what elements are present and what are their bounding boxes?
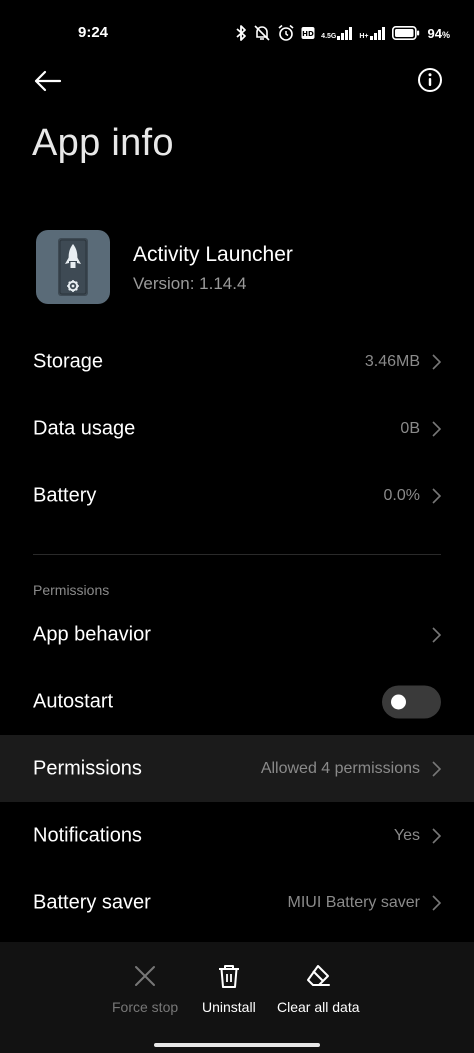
permissions-row[interactable]: Permissions Allowed 4 permissions <box>0 735 474 802</box>
data-usage-label: Data usage <box>33 417 136 439</box>
notifications-label: Notifications <box>33 824 142 846</box>
battery-label: Battery <box>33 484 97 506</box>
arrow-left-icon <box>34 70 62 92</box>
battery-value: 0.0% <box>383 486 420 504</box>
network-1-label: 4.5G <box>321 33 337 40</box>
close-x-icon <box>131 962 159 990</box>
battery-percent-value: 94 <box>427 25 442 41</box>
network-1-indicator: 4.5G <box>321 26 353 40</box>
battery-icon <box>391 26 419 40</box>
notifications-value: Yes <box>393 826 420 844</box>
app-behavior-row[interactable]: App behavior <box>0 601 474 668</box>
toggle-knob <box>391 694 406 709</box>
data-usage-row[interactable]: Data usage 0B <box>0 395 474 462</box>
chevron-right-icon <box>432 760 441 777</box>
permissions-value: Allowed 4 permissions <box>260 759 420 777</box>
app-icon <box>36 230 110 304</box>
autostart-label: Autostart <box>33 690 114 712</box>
battery-saver-value: MIUI Battery saver <box>287 893 420 911</box>
app-behavior-label: App behavior <box>33 623 151 645</box>
battery-row[interactable]: Battery 0.0% <box>0 462 474 529</box>
status-bar: 9:24 HD 4.5G H+ 94% <box>0 0 474 66</box>
notifications-row[interactable]: Notifications Yes <box>0 802 474 869</box>
trash-icon <box>215 962 243 990</box>
back-button[interactable] <box>30 64 66 98</box>
hd-icon: HD <box>301 27 315 39</box>
storage-label: Storage <box>33 350 104 372</box>
status-icons: HD 4.5G H+ 94% <box>235 22 450 44</box>
chevron-right-icon <box>432 353 441 370</box>
chevron-right-icon <box>432 626 441 643</box>
chevron-right-icon <box>432 487 441 504</box>
rocket-icon <box>58 238 88 296</box>
permissions-section-label: Permissions <box>33 582 110 598</box>
battery-saver-label: Battery saver <box>33 891 151 913</box>
section-divider <box>33 554 441 555</box>
network-2-label: H+ <box>359 33 369 40</box>
data-usage-value: 0B <box>400 419 420 437</box>
alarm-icon <box>278 24 294 41</box>
network-2-indicator: H+ <box>359 26 385 40</box>
chevron-right-icon <box>432 420 441 437</box>
battery-percentage: 94% <box>428 26 450 41</box>
force-stop-label: Force stop <box>112 999 179 1015</box>
eraser-icon <box>304 962 332 990</box>
chevron-right-icon <box>432 827 441 844</box>
signal-strength-icon <box>337 27 353 40</box>
clear-all-data-label: Clear all data <box>277 999 360 1015</box>
storage-value: 3.46MB <box>364 352 420 370</box>
svg-text:HD: HD <box>302 30 314 38</box>
autostart-toggle[interactable] <box>382 685 441 718</box>
battery-percent-symbol: % <box>441 29 450 40</box>
app-header: Activity Launcher Version: 1.14.4 <box>36 230 440 304</box>
permissions-label: Permissions <box>33 757 142 779</box>
app-name: Activity Launcher <box>133 243 293 266</box>
home-indicator[interactable] <box>154 1043 320 1047</box>
app-version: Version: 1.14.4 <box>133 274 247 293</box>
status-time: 9:24 <box>78 24 109 41</box>
force-stop-button[interactable]: Force stop <box>112 962 178 1015</box>
clear-all-data-button[interactable]: Clear all data <box>277 962 360 1015</box>
autostart-row: Autostart <box>0 668 474 735</box>
info-button[interactable] <box>414 64 446 96</box>
battery-saver-row[interactable]: Battery saver MIUI Battery saver <box>0 869 474 936</box>
uninstall-label: Uninstall <box>202 999 256 1015</box>
info-circle-icon <box>418 68 442 92</box>
bell-off-icon <box>254 25 270 41</box>
signal-strength-icon-2 <box>369 27 385 40</box>
page-title: App info <box>32 122 174 164</box>
bottom-action-bar: Force stop Uninstall Clear all data <box>0 942 474 1053</box>
bluetooth-icon <box>236 25 247 41</box>
uninstall-button[interactable]: Uninstall <box>202 962 256 1015</box>
storage-row[interactable]: Storage 3.46MB <box>0 328 474 395</box>
chevron-right-icon <box>432 894 441 911</box>
